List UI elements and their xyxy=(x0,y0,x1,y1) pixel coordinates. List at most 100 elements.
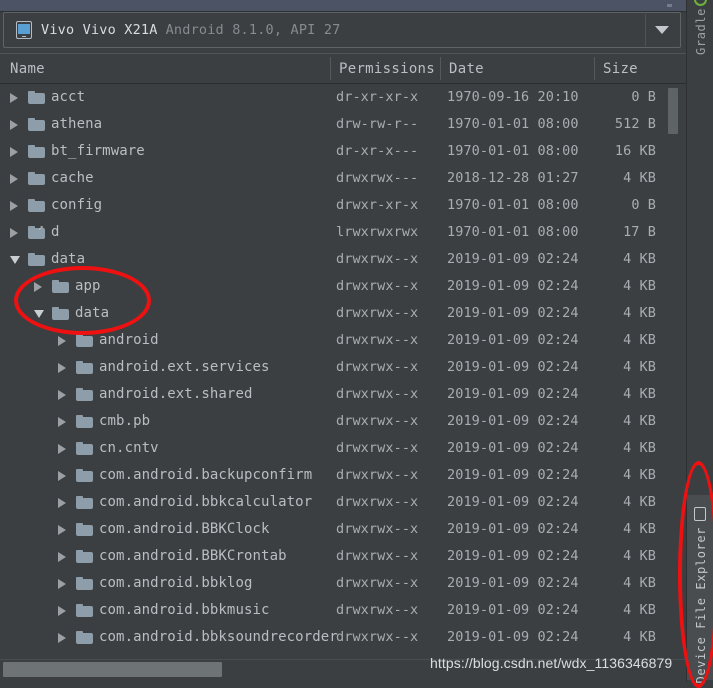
file-name-label: com.android.bbklog xyxy=(99,575,253,591)
file-permissions-label: drwxrwx--x xyxy=(336,575,419,591)
file-tree-row[interactable]: com.android.BBKCrontab drwxrwx--x 2019-01-… xyxy=(0,543,666,570)
tool-tab-gradle-label: Gradle xyxy=(694,8,708,55)
chevron-right-icon[interactable] xyxy=(58,498,66,508)
chevron-right-icon[interactable] xyxy=(58,336,66,346)
tool-tab-device-file-explorer[interactable]: Device File Explorer xyxy=(687,495,713,684)
chevron-right-icon[interactable] xyxy=(10,120,18,130)
chevron-right-icon[interactable] xyxy=(10,93,18,103)
tool-tab-device-file-explorer-label: Device File Explorer xyxy=(694,527,708,684)
file-tree-row[interactable]: com.android.bbklog drwxrwx--x 2019-01-09 0… xyxy=(0,570,666,597)
file-tree-row[interactable]: bt_firmware dr-xr-x--- 1970-01-01 08:00 16 … xyxy=(0,138,666,165)
folder-icon xyxy=(28,199,45,212)
file-tree-row[interactable]: com.android.backupconfirm drwxrwx--x 2019-… xyxy=(0,462,666,489)
chevron-down-icon[interactable] xyxy=(34,310,44,318)
chevron-right-icon[interactable] xyxy=(58,552,66,562)
column-header-permissions[interactable]: Permissions xyxy=(339,54,435,83)
file-name-label: com.android.BBKClock xyxy=(99,521,270,537)
folder-icon xyxy=(76,550,93,563)
file-tree-row[interactable]: app drwxrwx--x 2019-01-09 02:24 4 KB xyxy=(0,273,666,300)
file-tree-row[interactable]: cn.cntv drwxrwx--x 2019-01-09 02:24 4 KB xyxy=(0,435,666,462)
horizontal-scrollbar-thumb[interactable] xyxy=(3,662,222,677)
file-tree-row[interactable]: android.ext.services drwxrwx--x 2019-01-09… xyxy=(0,354,666,381)
file-name-label: com.android.bbkcalculator xyxy=(99,494,313,510)
device-selector-combobox[interactable]: Vivo Vivo X21A Android 8.1.0, API 27 xyxy=(3,12,681,48)
vertical-scrollbar-track[interactable] xyxy=(666,84,686,655)
chevron-right-icon[interactable] xyxy=(34,282,42,292)
chevron-right-icon[interactable] xyxy=(58,525,66,535)
file-permissions-label: drwxrwx--x xyxy=(336,278,419,294)
folder-icon xyxy=(76,577,93,590)
file-size-label: 4 KB xyxy=(623,305,656,321)
file-tree-row[interactable]: athena drw-rw-r-- 1970-01-01 08:00 512 B xyxy=(0,111,666,138)
chevron-down-icon[interactable] xyxy=(10,256,20,264)
chevron-right-icon[interactable] xyxy=(58,444,66,454)
chevron-right-icon[interactable] xyxy=(58,471,66,481)
chevron-right-icon[interactable] xyxy=(58,363,66,373)
file-permissions-label: drw-rw-r-- xyxy=(336,116,419,132)
file-tree-row[interactable]: data drwxrwx--x 2019-01-09 02:24 4 KB xyxy=(0,300,666,327)
file-permissions-label: drwxrwx--x xyxy=(336,602,419,618)
column-divider-2[interactable] xyxy=(440,57,441,80)
column-header-name[interactable]: Name xyxy=(10,54,45,83)
file-size-label: 4 KB xyxy=(623,359,656,375)
file-tree-row[interactable]: android drwxrwx--x 2019-01-09 02:24 4 KB xyxy=(0,327,666,354)
chevron-right-icon[interactable] xyxy=(58,606,66,616)
chevron-down-icon[interactable] xyxy=(655,26,669,34)
file-size-label: 0 B xyxy=(631,89,656,105)
chevron-right-icon[interactable] xyxy=(10,201,18,211)
file-name-label: config xyxy=(51,197,103,213)
file-tree-row[interactable]: com.android.BBKClock drwxrwx--x 2019-01-09… xyxy=(0,516,666,543)
chevron-right-icon[interactable] xyxy=(58,390,66,400)
vertical-scrollbar-thumb[interactable] xyxy=(668,88,678,134)
file-name-label: android xyxy=(99,332,159,348)
file-tree-row[interactable]: config drwxr-xr-x 1970-01-01 08:00 0 B xyxy=(0,192,666,219)
file-size-label: 4 KB xyxy=(623,494,656,510)
chevron-right-icon[interactable] xyxy=(10,228,18,238)
file-tree-row[interactable]: data drwxrwx--x 2019-01-09 02:24 4 KB xyxy=(0,246,666,273)
file-permissions-label: drwxrwx--x xyxy=(336,440,419,456)
folder-icon xyxy=(76,361,93,374)
file-size-label: 4 KB xyxy=(623,575,656,591)
folder-icon xyxy=(76,442,93,455)
file-size-label: 4 KB xyxy=(623,170,656,186)
file-permissions-label: drwxrwx--x xyxy=(336,305,419,321)
watermark-url: https://blog.csdn.net/wdx_1136346879 xyxy=(430,655,673,671)
file-tree-row[interactable]: com.android.bbkmusic drwxrwx--x 2019-01-09… xyxy=(0,597,666,624)
file-tree-row[interactable]: ↗ d lrwxrwxrwx 1970-01-01 08:00 17 B xyxy=(0,219,666,246)
file-size-label: 4 KB xyxy=(623,467,656,483)
file-name-label: cache xyxy=(51,170,94,186)
file-tree-row[interactable]: com.android.bbkcalculator drwxrwx--x 2019-… xyxy=(0,489,666,516)
chevron-right-icon[interactable] xyxy=(10,147,18,157)
chevron-right-icon[interactable] xyxy=(58,417,66,427)
folder-icon xyxy=(28,91,45,104)
file-size-label: 4 KB xyxy=(623,629,656,645)
right-tool-strip: Gradle Device File Explorer xyxy=(686,0,713,684)
file-permissions-label: drwxrwx--x xyxy=(336,629,419,645)
chevron-right-icon[interactable] xyxy=(58,633,66,643)
file-name-label: com.android.BBKCrontab xyxy=(99,548,287,564)
file-name-label: bt_firmware xyxy=(51,143,145,159)
file-tree-row[interactable]: android.ext.shared drwxrwx--x 2019-01-09 0… xyxy=(0,381,666,408)
folder-icon xyxy=(28,172,45,185)
column-header-size[interactable]: Size xyxy=(603,54,638,83)
gradle-icon xyxy=(694,0,707,6)
column-header-date[interactable]: Date xyxy=(449,54,484,83)
file-name-label: cmb.pb xyxy=(99,413,151,429)
file-tree[interactable]: acct dr-xr-xr-x 1970-09-16 20:10 0 Bathena d… xyxy=(0,84,666,655)
file-permissions-label: drwxrwx--x xyxy=(336,251,419,267)
column-divider-1[interactable] xyxy=(330,57,331,80)
folder-icon xyxy=(76,415,93,428)
file-permissions-label: drwxrwx--x xyxy=(336,467,419,483)
chevron-right-icon[interactable] xyxy=(10,174,18,184)
column-divider-3[interactable] xyxy=(594,57,595,80)
file-tree-row[interactable]: acct dr-xr-xr-x 1970-09-16 20:10 0 B xyxy=(0,84,666,111)
chevron-right-icon[interactable] xyxy=(58,579,66,589)
folder-icon xyxy=(28,118,45,131)
file-name-label: android.ext.services xyxy=(99,359,270,375)
file-size-label: 4 KB xyxy=(623,521,656,537)
file-tree-row[interactable]: cmb.pb drwxrwx--x 2019-01-09 02:24 4 KB xyxy=(0,408,666,435)
file-size-label: 512 B xyxy=(614,116,656,132)
file-tree-row[interactable]: com.android.bbksoundrecorder drwxrwx--x 20… xyxy=(0,624,666,651)
file-table-header: Name Permissions Date Size xyxy=(0,53,686,84)
file-tree-row[interactable]: cache drwxrwx--- 2018-12-28 01:27 4 KB xyxy=(0,165,666,192)
